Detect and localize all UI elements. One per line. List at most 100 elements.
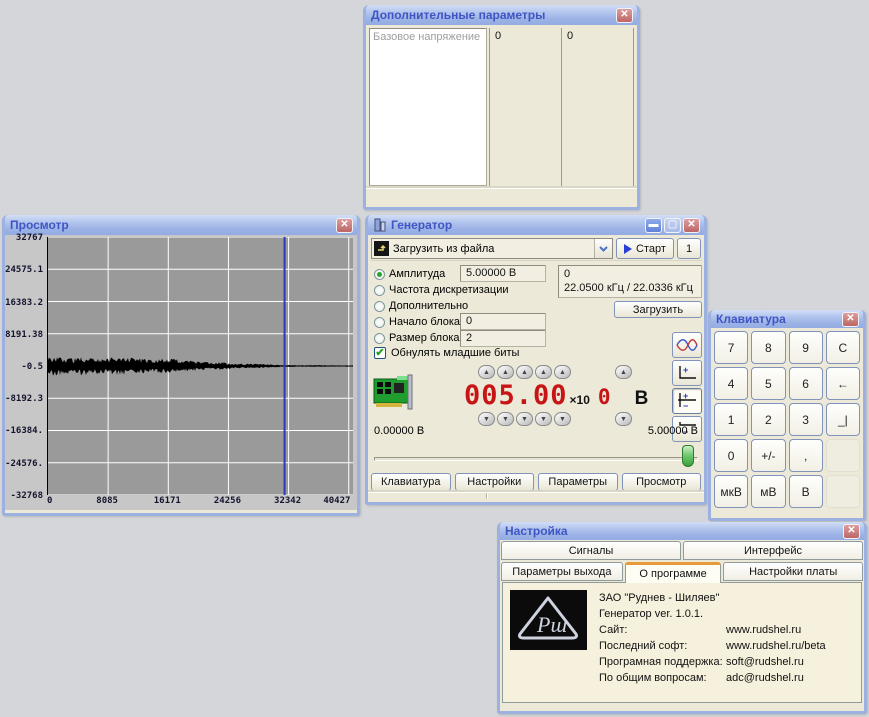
keypad-key-8[interactable]: 8	[751, 331, 785, 364]
about-value[interactable]: soft@rudshel.ru	[726, 656, 854, 668]
amplitude-field[interactable]: 5.00000 В	[460, 265, 546, 282]
x-tick-label: 32342	[274, 496, 301, 506]
load-file-icon	[374, 241, 389, 256]
tab-Параметры выхода[interactable]: Параметры выхода	[501, 562, 623, 581]
about-label: Програмная поддержка:	[599, 656, 726, 668]
y-tick-label: -16384.	[5, 426, 43, 436]
block-size-field[interactable]: 2	[460, 330, 546, 347]
pci-card-icon	[372, 373, 418, 417]
spinner-up-digit[interactable]: ▲	[554, 365, 571, 379]
spinner-down-digit[interactable]: ▼	[516, 412, 533, 426]
maximize-icon[interactable]: ▢	[664, 218, 681, 233]
chevron-down-icon[interactable]	[594, 239, 612, 258]
settings-titlebar[interactable]: Настройка ✕	[500, 522, 864, 540]
y-tick-label: 16383.2	[5, 298, 43, 308]
amplitude-digital-display: ▲▲▲▲▲▲ 005.00 ×10 0 В ▼▼▼▼▼▼	[464, 365, 668, 426]
keypad-key-0[interactable]: 0	[714, 439, 748, 472]
combobox-value: Загрузить из файла	[393, 243, 494, 255]
keypad-key-5[interactable]: 5	[751, 367, 785, 400]
close-icon[interactable]: ✕	[616, 8, 633, 23]
channel-button[interactable]: 1	[677, 238, 701, 259]
spinner-down-digit[interactable]: ▼	[497, 412, 514, 426]
keypad-key-мВ[interactable]: мВ	[751, 475, 785, 508]
keypad-key-←[interactable]: ←	[826, 367, 860, 400]
minimize-icon[interactable]: ▬	[645, 218, 662, 233]
about-value[interactable]: adc@rudshel.ru	[726, 672, 854, 684]
svg-text:+: +	[683, 391, 688, 401]
keypad-key-В[interactable]: В	[789, 475, 823, 508]
extra-param-col-1[interactable]: 0	[489, 28, 561, 186]
about-value[interactable]: www.rudshel.ru/beta	[726, 640, 854, 652]
keypad-key-+/-[interactable]: +/-	[751, 439, 785, 472]
spinner-up-digit[interactable]: ▲	[535, 365, 552, 379]
keypad-key-9[interactable]: 9	[789, 331, 823, 364]
keyboard-titlebar[interactable]: Клавиатура ✕	[711, 310, 863, 328]
radio-label: Начало блока	[389, 316, 460, 328]
amplitude-slider-track[interactable]	[374, 457, 698, 461]
amplitude-slider-thumb[interactable]	[682, 445, 694, 467]
bipolar-mode-button[interactable]: + −	[672, 388, 702, 414]
tab-О программе[interactable]: О программе	[625, 562, 722, 583]
button-клавиатура[interactable]: Клавиатура	[371, 473, 451, 491]
spinner-down-digit[interactable]: ▼	[535, 412, 552, 426]
radio-1[interactable]: Частота дискретизации	[374, 282, 509, 298]
extra-params-listbox[interactable]: Базовое напряжение	[369, 28, 487, 186]
about-contact-rows: Сайт:www.rudshel.ruПоследний софт:www.ru…	[599, 622, 854, 686]
window-generator: Генератор ▬ ▢ ✕ Загрузить из файла Старт…	[365, 215, 707, 505]
close-icon[interactable]: ✕	[843, 524, 860, 539]
about-label: Последний софт:	[599, 640, 726, 652]
button-параметры[interactable]: Параметры	[538, 473, 618, 491]
keypad-key-_|[interactable]: _|	[826, 403, 860, 436]
keypad-key-3[interactable]: 3	[789, 403, 823, 436]
y-tick-label: -0.5	[21, 362, 43, 372]
waveform-mode-button[interactable]	[672, 332, 702, 358]
start-button-label: Старт	[636, 243, 666, 255]
spinner-up-digit[interactable]: ▲	[497, 365, 514, 379]
company-logo: Рш	[510, 590, 587, 650]
keypad-grid: 789C 456← 123_| 0+/-, мкВмВВ	[714, 331, 860, 511]
load-button[interactable]: Загрузить	[614, 301, 702, 318]
keypad-key-4[interactable]: 4	[714, 367, 748, 400]
keypad-key-1[interactable]: 1	[714, 403, 748, 436]
tab-Сигналы[interactable]: Сигналы	[501, 541, 681, 560]
close-icon[interactable]: ✕	[683, 218, 700, 233]
keypad-key-2[interactable]: 2	[751, 403, 785, 436]
play-icon	[624, 244, 632, 254]
extra-params-titlebar[interactable]: Дополнительные параметры ✕	[366, 5, 637, 25]
keypad-key-мкВ[interactable]: мкВ	[714, 475, 748, 508]
spinner-down-digit[interactable]: ▼	[478, 412, 495, 426]
unipolar-positive-button[interactable]: +	[672, 360, 702, 386]
tab-Интерфейс[interactable]: Интерфейс	[683, 541, 863, 560]
y-tick-label: -8192.3	[5, 394, 43, 404]
viewer-titlebar[interactable]: Просмотр ✕	[5, 215, 357, 235]
spinner-down-digit[interactable]: ▼	[554, 412, 571, 426]
y-tick-label: -24576.	[5, 459, 43, 469]
zero-lsb-checkbox[interactable]: ✔ Обнулять младшие биты	[374, 347, 519, 359]
radio-2[interactable]: Дополнительно	[374, 298, 509, 314]
list-item[interactable]: Базовое напряжение	[373, 31, 483, 43]
block-start-field[interactable]: 0	[460, 313, 546, 330]
tab-Настройки платы[interactable]: Настройки платы	[723, 562, 863, 581]
about-value[interactable]: www.rudshel.ru	[726, 624, 854, 636]
keypad-key-,[interactable]: ,	[789, 439, 823, 472]
generator-client: Загрузить из файла Старт 1 АмплитудаЧаст…	[368, 235, 704, 499]
waveform-plot[interactable]	[47, 237, 353, 495]
spinner-up-digit[interactable]: ▲	[516, 365, 533, 379]
start-button[interactable]: Старт	[616, 238, 674, 259]
close-icon[interactable]: ✕	[336, 218, 353, 233]
signal-source-combobox[interactable]: Загрузить из файла	[371, 238, 613, 259]
generator-titlebar[interactable]: Генератор ▬ ▢ ✕	[368, 215, 704, 235]
keypad-key-6[interactable]: 6	[789, 367, 823, 400]
keypad-key-7[interactable]: 7	[714, 331, 748, 364]
spinner-up-exponent[interactable]: ▲	[615, 365, 632, 379]
radio-label: Размер блока	[389, 332, 460, 344]
spinner-up-digit[interactable]: ▲	[478, 365, 495, 379]
close-icon[interactable]: ✕	[842, 312, 859, 327]
y-tick-label: 32767	[16, 233, 43, 243]
keypad-key-C[interactable]: C	[826, 331, 860, 364]
extra-param-col-2[interactable]: 0	[561, 28, 634, 186]
button-настройки[interactable]: Настройки	[455, 473, 535, 491]
generator-bottom-buttons: КлавиатураНастройкиПараметрыПросмотр	[370, 473, 702, 491]
spinner-down-exponent[interactable]: ▼	[615, 412, 632, 426]
button-просмотр[interactable]: Просмотр	[622, 473, 702, 491]
